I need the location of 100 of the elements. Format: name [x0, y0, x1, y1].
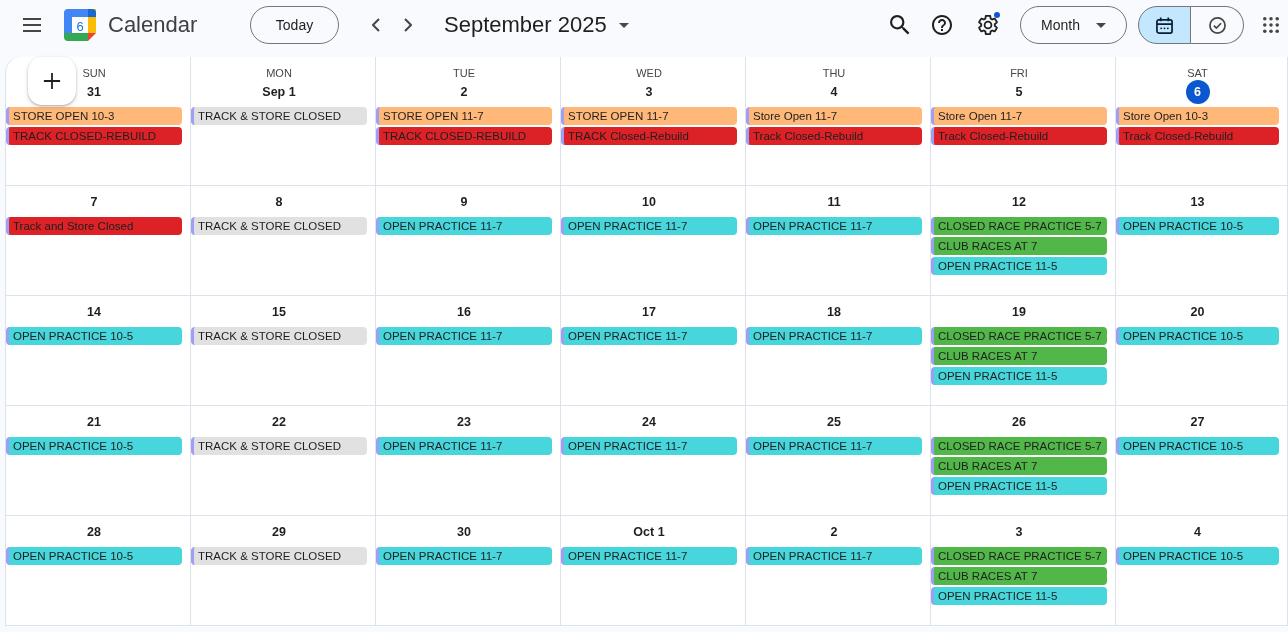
event-chip[interactable]: CLUB RACES AT 7 — [931, 567, 1107, 585]
date-number[interactable]: 13 — [1185, 190, 1210, 214]
date-number[interactable]: 8 — [267, 190, 291, 214]
date-number[interactable]: 7 — [82, 190, 106, 214]
event-chip[interactable]: OPEN PRACTICE 11-5 — [931, 587, 1107, 605]
date-number[interactable]: Sep 1 — [260, 80, 298, 104]
event-chip[interactable]: CLUB RACES AT 7 — [931, 457, 1107, 475]
date-number[interactable]: 4 — [1185, 520, 1210, 544]
event-chip[interactable]: CLOSED RACE PRACTICE 5-7 — [931, 327, 1107, 345]
event-chip[interactable]: STORE OPEN 11-7 — [561, 107, 737, 125]
date-number[interactable]: 12 — [1007, 190, 1031, 214]
event-chip[interactable]: OPEN PRACTICE 11-7 — [376, 327, 552, 345]
event-chip[interactable]: CLUB RACES AT 7 — [931, 237, 1107, 255]
date-number[interactable]: 11 — [822, 190, 846, 214]
event-chip[interactable]: TRACK & STORE CLOSED — [191, 547, 367, 565]
event-chip[interactable]: OPEN PRACTICE 11-5 — [931, 367, 1107, 385]
event-chip[interactable]: OPEN PRACTICE 10-5 — [1116, 327, 1279, 345]
event-chip[interactable]: TRACK & STORE CLOSED — [191, 327, 367, 345]
event-chip[interactable]: OPEN PRACTICE 11-7 — [376, 437, 552, 455]
caret-icon — [1095, 22, 1106, 28]
date-number[interactable]: 15 — [267, 300, 291, 324]
date-number[interactable]: 29 — [267, 520, 291, 544]
weekday-label: FRI — [1010, 66, 1028, 80]
event-chip[interactable]: TRACK & STORE CLOSED — [191, 107, 367, 125]
date-number[interactable]: 30 — [452, 520, 476, 544]
date-number[interactable]: 28 — [82, 520, 106, 544]
check-circle-icon — [1208, 16, 1226, 34]
help-icon — [932, 15, 952, 35]
event-chip[interactable]: OPEN PRACTICE 10-5 — [1116, 547, 1279, 565]
date-number[interactable]: 31 — [82, 80, 106, 104]
event-chip[interactable]: OPEN PRACTICE 10-5 — [1116, 437, 1279, 455]
event-chip[interactable]: OPEN PRACTICE 10-5 — [6, 547, 182, 565]
date-number[interactable]: 23 — [452, 410, 476, 434]
date-number[interactable]: 5 — [1007, 80, 1031, 104]
event-chip[interactable]: TRACK & STORE CLOSED — [191, 437, 367, 455]
event-chip[interactable]: OPEN PRACTICE 10-5 — [6, 437, 182, 455]
date-number[interactable]: 19 — [1007, 300, 1031, 324]
apps-grid-icon — [1263, 17, 1279, 33]
calendar-view-toggle[interactable] — [1138, 6, 1191, 44]
weekday-label: SUN — [82, 66, 106, 80]
date-number[interactable]: 10 — [637, 190, 661, 214]
date-number[interactable]: 2 — [822, 520, 846, 544]
date-number[interactable]: 20 — [1185, 300, 1210, 324]
date-number[interactable]: 3 — [637, 80, 661, 104]
event-chip[interactable]: OPEN PRACTICE 11-7 — [376, 217, 552, 235]
search-icon — [890, 15, 910, 35]
event-chip[interactable]: OPEN PRACTICE 11-7 — [561, 327, 737, 345]
date-number[interactable]: 17 — [637, 300, 661, 324]
date-number[interactable]: 9 — [452, 190, 476, 214]
weekday-label: TUE — [453, 66, 475, 80]
event-chip[interactable]: OPEN PRACTICE 11-7 — [376, 547, 552, 565]
event-chip[interactable]: Store Open 11-7 — [931, 107, 1107, 125]
date-number[interactable]: 3 — [1007, 520, 1031, 544]
event-chip[interactable]: OPEN PRACTICE 11-7 — [561, 217, 737, 235]
calendar-icon — [1156, 16, 1173, 34]
event-chip[interactable]: TRACK & STORE CLOSED — [191, 217, 367, 235]
app-title: Calendar — [108, 12, 199, 38]
event-chip[interactable]: STORE OPEN 10-3 — [6, 107, 182, 125]
menu-icon — [23, 18, 41, 32]
date-number[interactable]: 26 — [1007, 410, 1031, 434]
chevron-right-icon — [404, 18, 412, 32]
date-number[interactable]: 4 — [822, 80, 846, 104]
weekday-label: WED — [636, 66, 662, 80]
weekday-label: MON — [266, 66, 292, 80]
event-chip[interactable]: STORE OPEN 11-7 — [376, 107, 552, 125]
settings-icon — [978, 15, 998, 35]
event-chip[interactable]: Store Open 10-3 — [1116, 107, 1279, 125]
chevron-left-icon — [372, 18, 380, 32]
event-chip[interactable]: OPEN PRACTICE 11-5 — [931, 257, 1107, 275]
date-number[interactable]: 14 — [82, 300, 106, 324]
weekday-label: THU — [822, 66, 846, 80]
plus-icon — [43, 72, 61, 90]
event-chip[interactable]: OPEN PRACTICE 11-7 — [746, 547, 922, 565]
date-number[interactable]: 6 — [1185, 80, 1210, 104]
event-chip[interactable]: OPEN PRACTICE 11-7 — [561, 437, 737, 455]
event-chip[interactable]: CLOSED RACE PRACTICE 5-7 — [931, 217, 1107, 235]
event-chip[interactable]: OPEN PRACTICE 11-7 — [746, 437, 922, 455]
caret-icon — [618, 22, 629, 28]
event-chip[interactable]: OPEN PRACTICE 10-5 — [1116, 217, 1279, 235]
create-button[interactable] — [28, 57, 76, 105]
event-chip[interactable]: OPEN PRACTICE 11-7 — [561, 547, 737, 565]
date-number[interactable]: 16 — [452, 300, 476, 324]
event-chip[interactable]: OPEN PRACTICE 11-7 — [746, 217, 922, 235]
event-chip[interactable]: Store Open 11-7 — [746, 107, 922, 125]
event-chip[interactable]: CLUB RACES AT 7 — [931, 347, 1107, 365]
event-chip[interactable]: OPEN PRACTICE 11-7 — [746, 327, 922, 345]
period-title-button[interactable]: September 2025 — [444, 12, 629, 38]
date-number[interactable]: 27 — [1185, 410, 1210, 434]
date-number[interactable]: Oct 1 — [631, 520, 667, 544]
event-chip[interactable]: OPEN PRACTICE 10-5 — [6, 327, 182, 345]
event-chip[interactable]: OPEN PRACTICE 11-5 — [931, 477, 1107, 495]
calendar-logo: 6 — [64, 9, 96, 41]
date-number[interactable]: 25 — [822, 410, 846, 434]
event-chip[interactable]: CLOSED RACE PRACTICE 5-7 — [931, 437, 1107, 455]
event-chip[interactable]: CLOSED RACE PRACTICE 5-7 — [931, 547, 1107, 565]
date-number[interactable]: 2 — [452, 80, 476, 104]
date-number[interactable]: 24 — [637, 410, 661, 434]
date-number[interactable]: 18 — [822, 300, 846, 324]
date-number[interactable]: 22 — [267, 410, 291, 434]
date-number[interactable]: 21 — [82, 410, 106, 434]
